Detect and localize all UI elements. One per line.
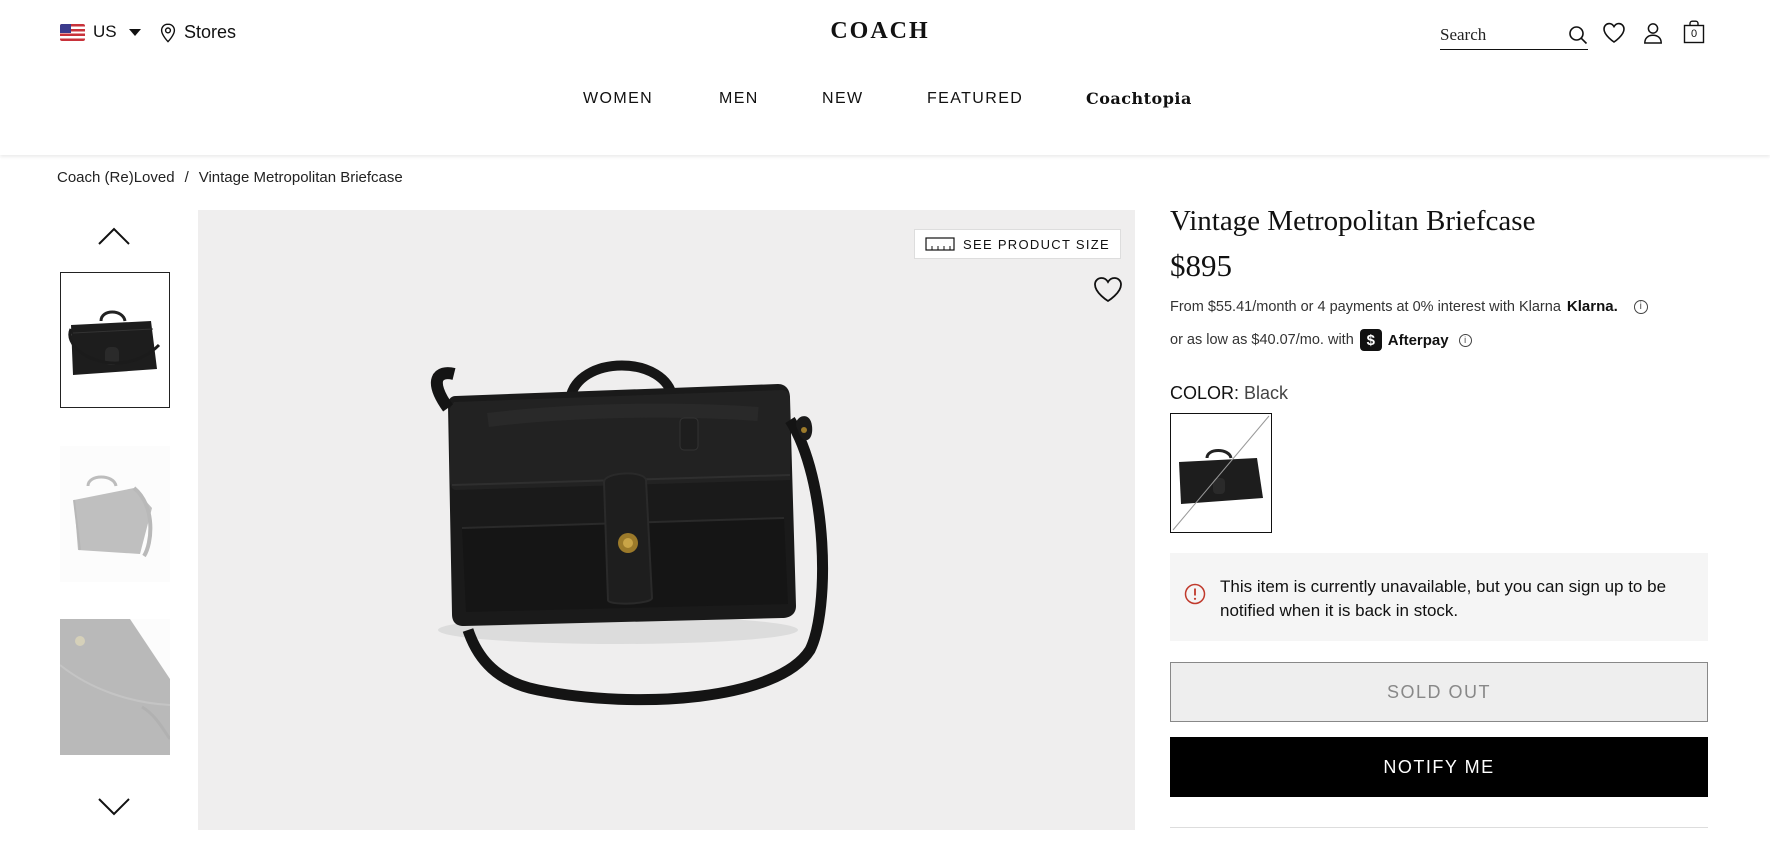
afterpay-offer: or as low as $40.07/mo. with $ Afterpay … (1170, 329, 1708, 351)
thumbnail-2[interactable] (60, 446, 170, 582)
search-input[interactable] (1440, 24, 1558, 45)
heart-icon[interactable] (1093, 276, 1123, 304)
see-product-size-label: SEE PRODUCT SIZE (963, 236, 1110, 252)
see-product-size-button[interactable]: SEE PRODUCT SIZE (914, 229, 1121, 259)
product-title: Vintage Metropolitan Briefcase (1170, 205, 1536, 237)
thumbnail-1[interactable] (60, 272, 170, 408)
klarna-offer: From $55.41/month or 4 payments at 0% in… (1170, 298, 1708, 315)
nav-coachtopia[interactable]: Coachtopia (1086, 89, 1192, 108)
locale-label: US (93, 22, 117, 41)
klarna-info-icon[interactable]: i (1633, 299, 1648, 314)
bag-count: 0 (1690, 28, 1698, 40)
chevron-down-icon[interactable] (97, 797, 131, 817)
nav-new[interactable]: NEW (822, 90, 864, 108)
nav-men[interactable]: MEN (719, 90, 759, 108)
breadcrumb-current: Vintage Metropolitan Briefcase (198, 169, 403, 186)
locale-selector[interactable]: US (60, 22, 141, 42)
color-row: COLOR: Black (1170, 383, 1708, 404)
ruler-icon (925, 237, 955, 251)
bag-thumbnail-image (68, 310, 161, 375)
wishlist-heart-icon[interactable] (1602, 22, 1626, 44)
alert-circle-icon (1184, 583, 1206, 605)
site-header: US Stores COACH 0 WOMEN MEN NEW FEATU (0, 0, 1770, 155)
thumbnail-3[interactable] (60, 619, 170, 755)
nav-women[interactable]: WOMEN (583, 90, 653, 108)
bag-side-thumbnail-image (73, 475, 153, 558)
klarna-text: From $55.41/month or 4 payments at 0% in… (1170, 298, 1561, 315)
bag-detail-thumbnail-image (60, 619, 170, 755)
shopping-bag-button[interactable]: 0 (1683, 20, 1705, 44)
us-flag-icon (60, 23, 85, 41)
afterpay-logo: Afterpay (1387, 331, 1449, 349)
color-swatch-black[interactable] (1170, 413, 1272, 533)
unavailable-text: This item is currently unavailable, but … (1220, 577, 1667, 620)
afterpay-text: or as low as $40.07/mo. with (1170, 332, 1354, 348)
unavailable-notice: This item is currently unavailable, but … (1170, 553, 1708, 641)
afterpay-info-icon[interactable]: i (1458, 333, 1472, 347)
search-icon[interactable] (1568, 25, 1588, 45)
nav-featured[interactable]: FEATURED (927, 90, 1023, 108)
swatch-bag-image (1172, 415, 1270, 531)
account-icon[interactable] (1643, 22, 1663, 44)
breadcrumb-separator: / (184, 169, 189, 186)
afterpay-badge-icon: $ (1359, 329, 1382, 351)
coach-logo[interactable]: COACH (805, 18, 955, 45)
product-price: $895 (1170, 248, 1232, 283)
briefcase-image (431, 360, 828, 706)
breadcrumb: Coach (Re)Loved / Vintage Metropolitan B… (57, 169, 403, 186)
notify-me-button[interactable]: NOTIFY ME (1170, 737, 1708, 797)
color-value: Black (1244, 383, 1289, 403)
search-box (1440, 20, 1588, 50)
breadcrumb-parent[interactable]: Coach (Re)Loved (57, 169, 175, 186)
divider (1170, 827, 1708, 828)
chevron-up-icon[interactable] (97, 226, 131, 246)
stores-label: Stores (184, 22, 237, 42)
main-product-image[interactable]: SEE PRODUCT SIZE (198, 210, 1135, 830)
location-pin-icon (160, 22, 176, 43)
klarna-logo: Klarna. (1566, 298, 1618, 315)
color-label: COLOR: (1170, 383, 1240, 403)
stores-link[interactable]: Stores (160, 22, 236, 43)
product-info: Vintage Metropolitan Briefcase $895 From… (1170, 205, 1708, 828)
sold-out-button: SOLD OUT (1170, 662, 1708, 722)
caret-down-icon (128, 28, 141, 36)
